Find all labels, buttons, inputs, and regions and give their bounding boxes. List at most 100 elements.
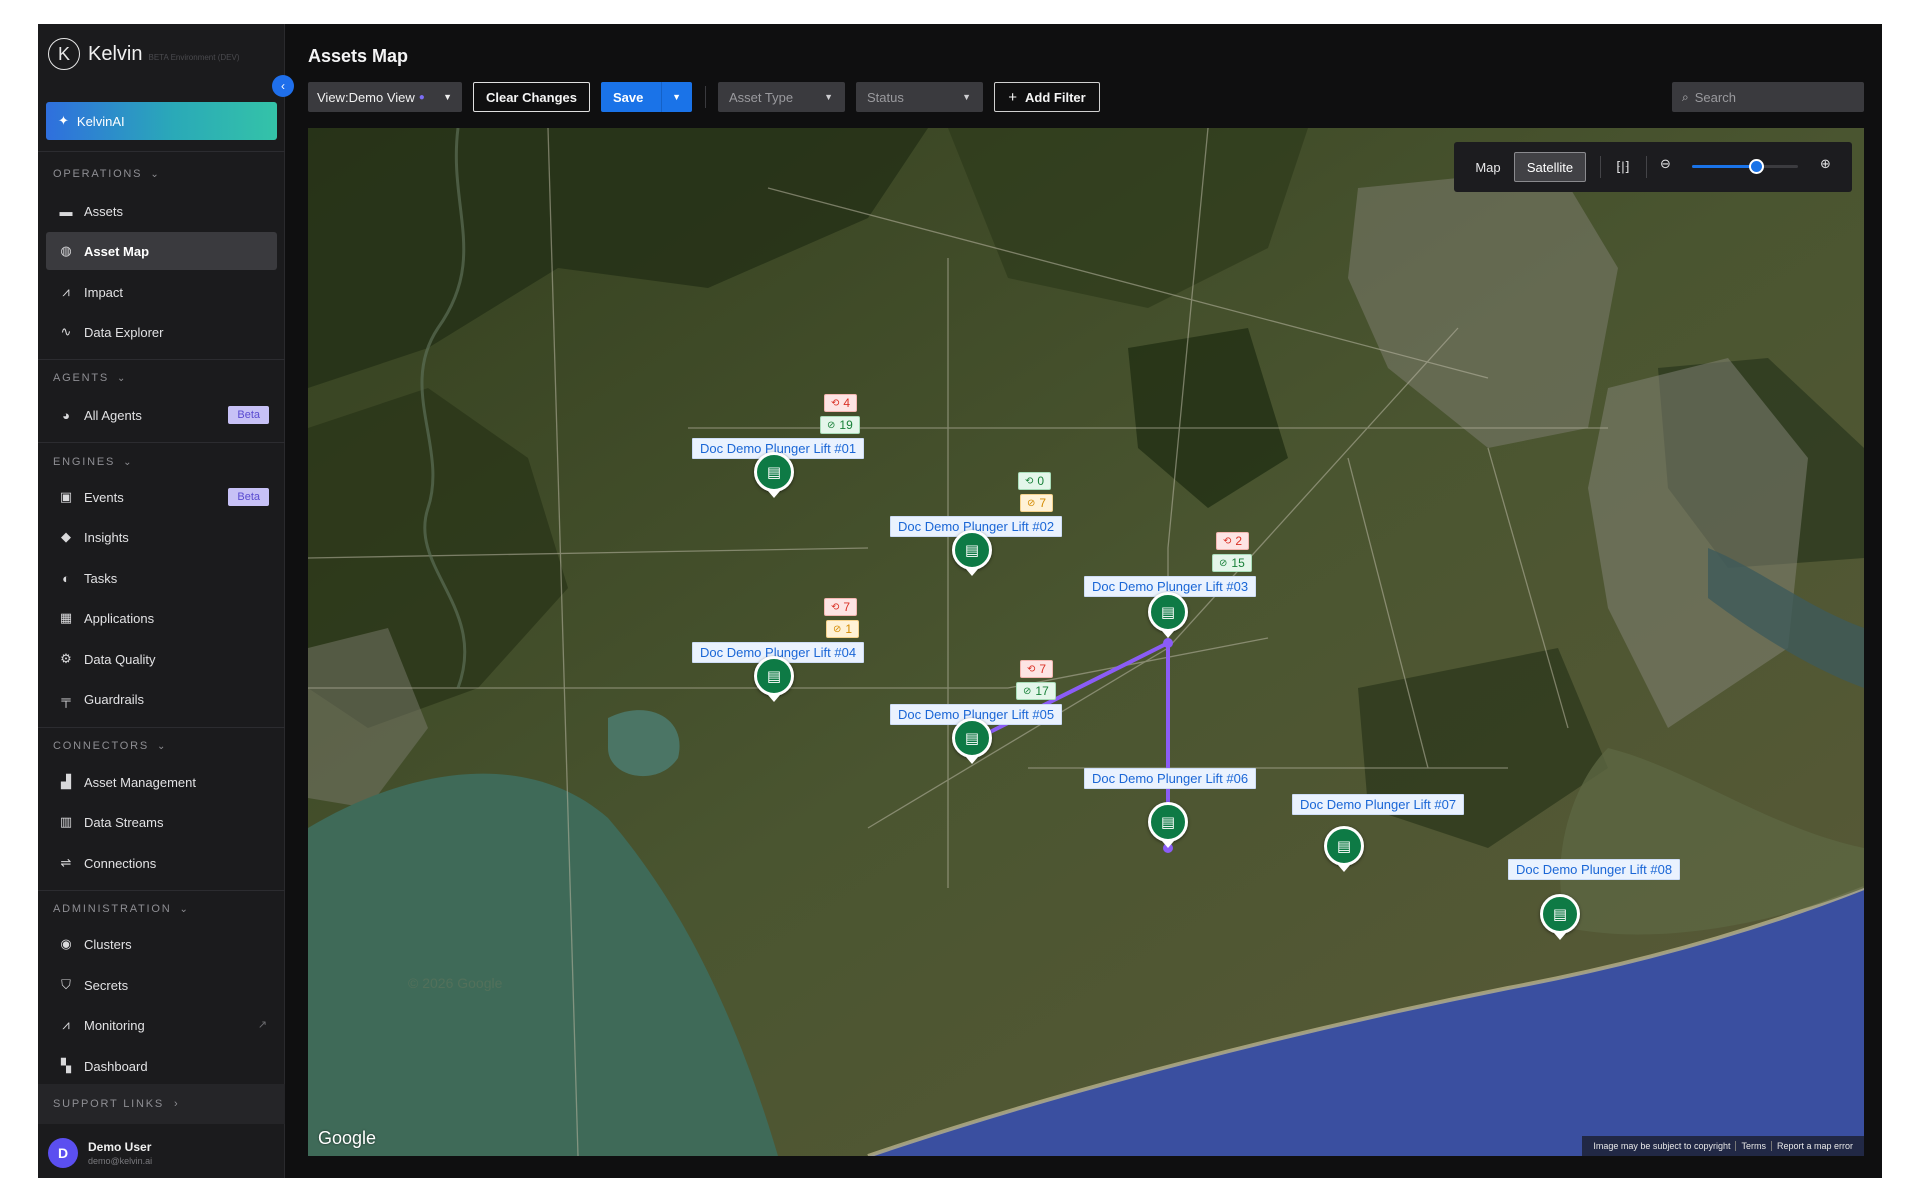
status-select[interactable]: Status ▼ <box>856 82 983 112</box>
sidebar-item-data-quality[interactable]: ⚙ Data Quality <box>46 640 277 678</box>
satellite-mode-button[interactable]: Satellite <box>1514 152 1586 182</box>
sidebar-item-label: Guardrails <box>84 691 144 707</box>
add-filter-button[interactable]: + Add Filter <box>994 82 1100 112</box>
status-chip[interactable]: ⊘ 17 <box>1016 682 1056 700</box>
asset-type-select[interactable]: Asset Type ▼ <box>718 82 845 112</box>
sidebar-item-assets[interactable]: ▬ Assets <box>46 192 277 230</box>
ok-icon: ⊘ <box>1219 557 1228 569</box>
alarm-chip[interactable]: ⟲ 7 <box>824 598 858 616</box>
bar-chart-icon: ▥ <box>59 814 73 829</box>
sidebar-item-clusters[interactable]: ◉ Clusters <box>46 925 277 963</box>
caret-down-icon: ▼ <box>443 92 452 102</box>
save-button[interactable]: Save ▼ <box>601 82 692 112</box>
status-chip[interactable]: ⊘ 15 <box>1212 554 1252 572</box>
sidebar-item-label: Events <box>84 489 124 505</box>
report-error-link[interactable]: Report a map error <box>1770 1141 1858 1151</box>
asset-management-icon: ▟ <box>61 774 71 789</box>
zoom-slider-handle[interactable] <box>1748 159 1764 174</box>
satellite-map[interactable]: © 2026 Google Map Satellite ⁅|⁆ ⊖ ⊕ ⟲ 4 ⊘… <box>308 128 1864 1156</box>
section-agents[interactable]: AGENTS ⌄ <box>53 372 127 384</box>
svg-text:© 2026 Google: © 2026 Google <box>408 975 503 991</box>
alarm-chip[interactable]: ⟲ 2 <box>1216 532 1250 550</box>
section-connectors[interactable]: CONNECTORS ⌄ <box>53 740 167 752</box>
warning-chip[interactable]: ⊘ 7 <box>1020 494 1054 512</box>
divider <box>38 890 285 891</box>
sidebar-item-impact[interactable]: ⩘ Impact <box>46 273 277 311</box>
sidebar-item-asset-management[interactable]: ▟ Asset Management <box>46 763 277 801</box>
cluster-toggle-icon[interactable]: ⁅|⁆ <box>1612 156 1634 178</box>
view-selector[interactable]: View: Demo View ● ▼ <box>308 82 462 112</box>
sidebar-item-label: Monitoring <box>84 1017 145 1033</box>
kelvin-ai-label: KelvinAI <box>76 113 125 129</box>
sidebar-item-tasks[interactable]: ◐ Tasks <box>46 559 277 597</box>
asset-pin[interactable]: ▤ <box>1148 802 1188 848</box>
clusters-icon: ◉ <box>60 936 72 951</box>
status-chip[interactable]: ⟲ 0 <box>1018 472 1052 490</box>
map-attribution: Image may be subject to copyright Terms … <box>1582 1136 1864 1156</box>
collapse-sidebar-button[interactable]: ‹ <box>272 75 294 97</box>
sidebar-item-guardrails[interactable]: ╤ Guardrails <box>46 680 277 718</box>
sidebar-item-label: Asset Management <box>84 774 197 790</box>
sidebar-item-insights[interactable]: ◆ Insights <box>46 518 277 556</box>
plunger-lift-icon: ▤ <box>964 542 980 559</box>
logo[interactable]: K Kelvin BETA Environment (DEV) <box>48 36 239 72</box>
app-window: K Kelvin BETA Environment (DEV) ‹ ✦ Kelv… <box>38 24 1882 1178</box>
save-options-caret-icon[interactable]: ▼ <box>672 92 681 102</box>
warning-chip[interactable]: ⊘ 1 <box>826 620 860 638</box>
copyright-notice: Image may be subject to copyright <box>1593 1141 1731 1151</box>
asset-pin[interactable]: ▤ <box>754 656 794 702</box>
ok-icon: ⊘ <box>827 419 836 431</box>
sidebar-item-secrets[interactable]: ⛉ Secrets <box>46 966 277 1004</box>
shield-icon: ⛉ <box>61 977 71 992</box>
asset-label[interactable]: Doc Demo Plunger Lift #07 <box>1292 794 1465 815</box>
status-chip[interactable]: ⊘ 19 <box>820 416 860 434</box>
section-administration[interactable]: ADMINISTRATION ⌄ <box>53 903 190 915</box>
map-mode-button[interactable]: Map <box>1462 152 1514 182</box>
user-profile[interactable]: D Demo User demo@kelvin.ai <box>38 1128 285 1178</box>
asset-pin[interactable]: ▤ <box>952 530 992 576</box>
tasks-icon: ◐ <box>62 570 70 586</box>
alert-icon: ⟲ <box>831 601 840 613</box>
zoom-in-icon[interactable]: ⊕ <box>1820 156 1831 172</box>
support-links-label: SUPPORT LINKS <box>53 1098 165 1110</box>
terms-link[interactable]: Terms <box>1735 1141 1771 1151</box>
section-engines[interactable]: ENGINES ⌄ <box>53 456 133 468</box>
view-prefix: View: <box>317 89 349 105</box>
asset-pin[interactable]: ▤ <box>754 452 794 498</box>
assets-icon: ▬ <box>59 203 73 219</box>
kelvin-ai-button[interactable]: ✦ KelvinAI <box>46 102 277 140</box>
asset-pin[interactable]: ▤ <box>1324 826 1364 872</box>
sidebar-item-applications[interactable]: ▦ Applications <box>46 599 277 637</box>
support-links[interactable]: SUPPORT LINKS › <box>38 1084 285 1124</box>
caret-down-icon: ▼ <box>824 92 833 102</box>
asset-label[interactable]: Doc Demo Plunger Lift #08 <box>1508 859 1681 880</box>
chevron-right-icon: › <box>174 1098 180 1110</box>
chip-value: 7 <box>1039 496 1047 510</box>
sidebar-item-asset-map[interactable]: ◍ Asset Map <box>46 232 277 270</box>
add-filter-label: Add Filter <box>1025 89 1086 105</box>
asset-label[interactable]: Doc Demo Plunger Lift #06 <box>1084 768 1257 789</box>
sidebar-item-dashboard[interactable]: ▚ Dashboard <box>46 1047 277 1085</box>
asset-pin[interactable]: ▤ <box>952 718 992 764</box>
asset-type-placeholder: Asset Type <box>729 89 794 105</box>
sidebar-item-label: Data Explorer <box>84 324 164 340</box>
clear-changes-button[interactable]: Clear Changes <box>473 82 590 112</box>
sidebar-item-monitoring[interactable]: ⩘ Monitoring ↗ <box>46 1006 277 1044</box>
search-input[interactable]: ⌕ Search <box>1672 82 1864 112</box>
user-name: Demo User <box>88 1140 152 1154</box>
sidebar-item-data-streams[interactable]: ▥ Data Streams <box>46 803 277 841</box>
asset-pin[interactable]: ▤ <box>1148 592 1188 638</box>
chip-value: 1 <box>845 622 853 636</box>
alarm-chip[interactable]: ⟲ 4 <box>824 394 858 412</box>
zoom-slider[interactable] <box>1692 159 1798 174</box>
section-operations[interactable]: OPERATIONS ⌄ <box>53 168 161 180</box>
chip-value: 0 <box>1037 474 1045 488</box>
alarm-chip[interactable]: ⟲ 7 <box>1020 660 1054 678</box>
sidebar-item-label: Assets <box>84 203 124 219</box>
asset-pin[interactable]: ▤ <box>1540 894 1580 940</box>
sidebar-item-events[interactable]: ▣ Events Beta <box>46 478 277 516</box>
zoom-out-icon[interactable]: ⊖ <box>1660 156 1671 172</box>
sidebar-item-connections[interactable]: ⇌ Connections <box>46 844 277 882</box>
sidebar-item-all-agents[interactable]: ◕ All Agents Beta <box>46 396 277 434</box>
sidebar-item-data-explorer[interactable]: ∿ Data Explorer <box>46 313 277 351</box>
